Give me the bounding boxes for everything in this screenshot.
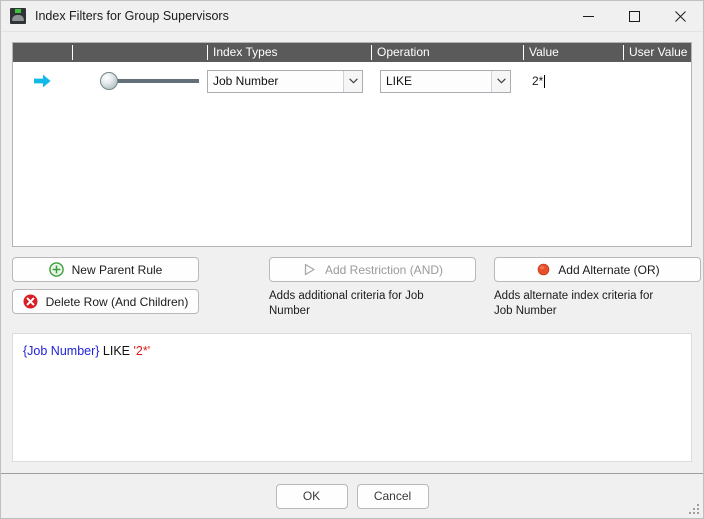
action-button-area: New Parent Rule Delete Row (And Children…	[12, 257, 701, 319]
tree-node-handle[interactable]	[100, 72, 118, 90]
expression-preview-panel[interactable]: {Job Number} LIKE '2*'	[12, 333, 692, 462]
add-alternate-label: Add Alternate (OR)	[558, 262, 660, 277]
alternate-group: Add Alternate (OR) Adds alternate index …	[494, 257, 701, 319]
column-header-value[interactable]: Value	[523, 43, 623, 62]
cancel-button[interactable]: Cancel	[356, 483, 429, 509]
app-icon	[10, 8, 26, 24]
add-alternate-hint: Adds alternate index criteria for Job Nu…	[494, 290, 654, 317]
column-header-operation[interactable]: Operation	[371, 43, 523, 62]
chevron-down-glyph	[348, 78, 358, 84]
window-title: Index Filters for Group Supervisors	[35, 9, 229, 23]
row-action-group: New Parent Rule Delete Row (And Children…	[12, 257, 265, 319]
index-type-dropdown[interactable]: Job Number	[207, 69, 363, 93]
plus-circle-icon	[49, 262, 65, 278]
operation-value: LIKE	[386, 74, 413, 88]
red-dot-icon	[535, 262, 551, 278]
minimize-button[interactable]	[565, 1, 611, 31]
footer-spacer	[1, 462, 703, 473]
grid-body: Job Number LIKE 2*	[13, 62, 691, 246]
expression-value: '2*'	[133, 344, 151, 358]
column-header-marker[interactable]	[13, 43, 72, 62]
dialog-window: Index Filters for Group Supervisors Inde…	[0, 0, 704, 519]
delete-circle-glyph	[23, 294, 38, 309]
index-type-cell: Job Number	[207, 69, 371, 93]
close-button[interactable]	[657, 1, 703, 31]
table-row[interactable]: Job Number LIKE 2*	[13, 62, 691, 100]
tree-node-connector	[117, 79, 199, 83]
add-restriction-label: Add Restriction (AND)	[324, 262, 444, 277]
column-header-node[interactable]	[72, 43, 207, 62]
red-dot-glyph	[537, 263, 550, 276]
add-restriction-hint: Adds additional criteria for Job Number	[269, 290, 424, 317]
title-bar: Index Filters for Group Supervisors	[1, 1, 703, 32]
play-triangle-icon	[302, 262, 318, 278]
operation-dropdown[interactable]: LIKE	[380, 69, 511, 93]
plus-circle-glyph	[49, 262, 64, 277]
chevron-down-glyph	[496, 78, 506, 84]
row-marker-cell	[13, 74, 72, 88]
value-cell[interactable]: 2*	[523, 74, 623, 88]
new-parent-rule-button[interactable]: New Parent Rule	[12, 257, 199, 282]
minimize-icon	[582, 15, 594, 17]
maximize-button[interactable]	[611, 1, 657, 31]
grid-header-row: Index Types Operation Value User Value	[13, 43, 691, 62]
expression-field: {Job Number}	[23, 344, 100, 358]
delete-circle-icon	[23, 294, 39, 310]
expression-line: {Job Number} LIKE '2*'	[23, 343, 681, 359]
maximize-icon	[628, 10, 640, 22]
expression-operator: LIKE	[102, 344, 131, 358]
close-icon	[674, 10, 686, 22]
add-restriction-button[interactable]: Add Restriction (AND)	[269, 257, 476, 282]
right-arrow-icon	[34, 74, 51, 88]
play-triangle-glyph	[305, 263, 316, 276]
column-header-user-value[interactable]: User Value	[623, 43, 691, 62]
tree-node-cell[interactable]	[72, 72, 207, 90]
add-alternate-button[interactable]: Add Alternate (OR)	[494, 257, 701, 282]
restriction-group: Add Restriction (AND) Adds additional cr…	[269, 257, 484, 319]
chevron-down-icon[interactable]	[343, 70, 362, 92]
operation-cell: LIKE	[371, 69, 523, 93]
delete-row-button[interactable]: Delete Row (And Children)	[12, 289, 199, 314]
new-parent-rule-label: New Parent Rule	[71, 262, 163, 277]
delete-row-label: Delete Row (And Children)	[45, 294, 189, 309]
ok-button[interactable]: OK	[275, 483, 348, 509]
text-caret	[544, 74, 546, 88]
chevron-down-icon[interactable]	[491, 70, 510, 92]
dialog-footer: OK Cancel	[1, 473, 703, 518]
value-input[interactable]: 2*	[532, 74, 543, 88]
column-header-index-types[interactable]: Index Types	[207, 43, 371, 62]
resize-grip-icon[interactable]	[689, 504, 700, 515]
index-type-value: Job Number	[213, 74, 279, 88]
filter-grid: Index Types Operation Value User Value J…	[12, 42, 692, 247]
